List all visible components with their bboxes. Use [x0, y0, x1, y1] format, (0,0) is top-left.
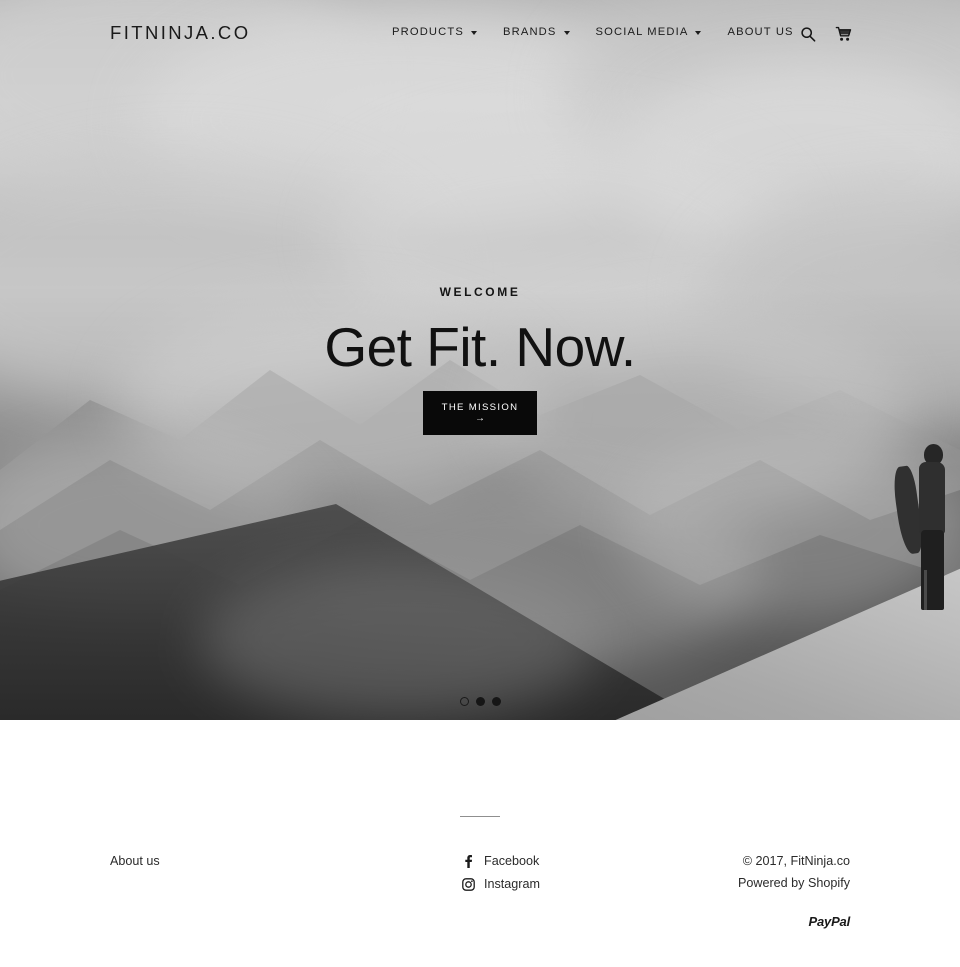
hero-eyebrow: WELCOME	[439, 285, 521, 299]
shopify-link[interactable]: Shopify	[808, 876, 850, 890]
footer-link-about-us[interactable]: About us	[110, 850, 160, 872]
nav-item-social-media[interactable]: SOCIAL MEDIA	[596, 26, 702, 38]
chevron-down-icon	[563, 31, 570, 35]
nav-label-products: PRODUCTS	[392, 26, 464, 38]
slide-dot-2[interactable]	[475, 697, 485, 706]
slide-dot-3[interactable]	[491, 697, 501, 706]
paypal-logo: PayPal	[808, 914, 851, 929]
copyright-text: © 2017, FitNinja.co	[742, 854, 850, 868]
the-mission-button[interactable]: THE MISSION →	[423, 391, 537, 435]
footer-divider	[460, 816, 500, 817]
nav-item-products[interactable]: PRODUCTS	[392, 26, 477, 38]
nav-label-brands: BRANDS	[502, 26, 557, 38]
the-mission-button-label: THE MISSION	[441, 402, 519, 413]
chevron-down-icon	[470, 31, 477, 35]
nav-label-about-us: ABOUT US	[727, 26, 794, 38]
facebook-icon	[462, 854, 475, 868]
cart-icon[interactable]	[834, 24, 854, 44]
nav-label-social-media: SOCIAL MEDIA	[595, 26, 689, 38]
footer-section: About us Facebook Instagram © 2017, FitN…	[0, 720, 960, 967]
page-title: Get Fit. Now.	[324, 316, 636, 378]
footer-link-facebook[interactable]: Facebook	[462, 850, 539, 872]
footer-column-legal: © 2017, FitNinja.co Powered by Shopify P…	[605, 850, 850, 929]
footer-column-links: About us	[110, 850, 319, 872]
snowboarder-legs	[921, 530, 944, 610]
footer-label-facebook: Facebook	[484, 854, 540, 868]
instagram-icon	[462, 877, 475, 891]
site-logo[interactable]: FITNINJA.CO	[110, 22, 250, 44]
search-icon[interactable]	[798, 24, 818, 44]
footer-link-instagram[interactable]: Instagram	[462, 873, 540, 895]
nav-item-about-us[interactable]: ABOUT US	[727, 26, 793, 38]
slide-dot-1[interactable]	[459, 697, 469, 706]
arrow-right-icon: →	[475, 413, 485, 424]
cloud-shape	[200, 560, 600, 720]
site-footer: About us Facebook Instagram © 2017, FitN…	[0, 850, 960, 929]
page-root: FITNINJA.CO PRODUCTS BRANDS SOCIAL MEDIA…	[0, 0, 960, 967]
powered-by-text: Powered by Shopify	[738, 872, 850, 894]
nav-item-brands[interactable]: BRANDS	[503, 26, 570, 38]
snowboarder-silhouette	[890, 440, 960, 615]
snowboarder-body	[919, 462, 945, 534]
powered-by-prefix: Powered by	[737, 876, 808, 890]
header-icon-group	[798, 24, 854, 44]
footer-label-instagram: Instagram	[484, 877, 540, 891]
site-header: FITNINJA.CO PRODUCTS BRANDS SOCIAL MEDIA…	[0, 0, 960, 68]
footer-column-social: Facebook Instagram	[319, 850, 605, 895]
main-navigation: PRODUCTS BRANDS SOCIAL MEDIA ABOUT US	[392, 26, 794, 38]
slideshow-pagination	[0, 697, 960, 706]
chevron-down-icon	[695, 31, 702, 35]
